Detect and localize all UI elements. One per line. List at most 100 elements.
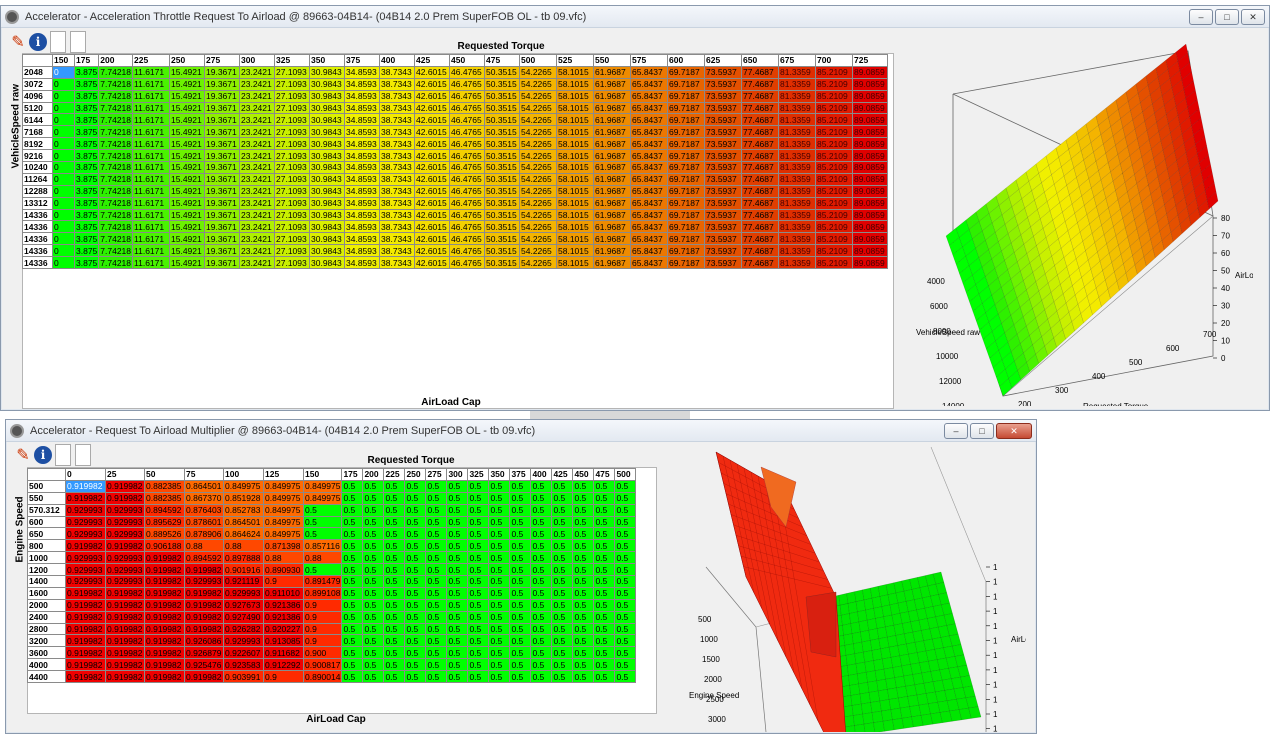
table-cell[interactable]: 0.88	[263, 551, 304, 565]
table-cell[interactable]: 0.5	[572, 539, 595, 553]
table-cell[interactable]: 30.9843	[309, 113, 346, 127]
table-cell[interactable]: 0.919982	[65, 539, 106, 553]
table-cell[interactable]: 69.7187	[667, 220, 706, 234]
table-cell[interactable]: 69.7187	[667, 244, 706, 258]
table-cell[interactable]: 0.5	[551, 479, 574, 493]
table-cell[interactable]: 0.919982	[65, 479, 106, 493]
table-cell[interactable]: 73.5937	[704, 125, 743, 139]
table-cell[interactable]: 0.5	[551, 610, 574, 624]
table-cell[interactable]: 0.919982	[105, 658, 145, 672]
table-cell[interactable]: 0.5	[425, 527, 448, 541]
table-cell[interactable]: 0.5	[530, 622, 553, 636]
table-cell[interactable]: 7.74218	[98, 172, 134, 186]
table-cell[interactable]: 23.2421	[239, 232, 276, 246]
table-cell[interactable]: 0	[52, 232, 75, 246]
table-cell[interactable]: 85.2109	[815, 125, 854, 139]
table-cell[interactable]: 15.4921	[169, 172, 206, 186]
table-cell[interactable]: 81.3359	[778, 137, 817, 151]
table-cell[interactable]: 0.5	[341, 479, 364, 493]
table-cell[interactable]: 0.5	[509, 586, 532, 600]
table-cell[interactable]: 42.6015	[414, 208, 451, 222]
table-cell[interactable]: 0.5	[593, 670, 616, 684]
table-cell[interactable]: 58.1015	[556, 113, 595, 127]
table-cell[interactable]: 0.5	[446, 658, 469, 672]
table-cell[interactable]: 58.1015	[556, 89, 595, 103]
table-cell[interactable]: 85.2109	[815, 77, 854, 91]
table-cell[interactable]: 0.5	[425, 646, 448, 660]
table-cell[interactable]: 89.0859	[852, 101, 889, 115]
table-cell[interactable]: 0.5	[341, 670, 364, 684]
table-cell[interactable]: 0.919982	[105, 479, 145, 493]
table-cell[interactable]: 23.2421	[239, 208, 276, 222]
table-cell[interactable]: 0.5	[509, 575, 532, 588]
table-cell[interactable]: 0.5	[467, 634, 490, 648]
table-cell[interactable]: 81.3359	[778, 184, 817, 198]
table-cell[interactable]: 0.919982	[65, 586, 106, 600]
table-cell[interactable]: 0.849975	[223, 479, 264, 493]
table-cell[interactable]: 0.919982	[144, 658, 185, 672]
table-cell[interactable]: 73.5937	[704, 232, 743, 246]
table-cell[interactable]: 65.8437	[630, 65, 669, 79]
table-cell[interactable]: 27.1093	[274, 172, 311, 186]
table-cell[interactable]: 0.5	[362, 563, 385, 577]
table-cell[interactable]: 77.4687	[741, 256, 780, 270]
table-cell[interactable]: 0.5	[530, 491, 553, 505]
table-cell[interactable]: 0.5	[362, 515, 385, 529]
table-cell[interactable]: 0.5	[572, 503, 595, 517]
table-cell[interactable]: 85.2109	[815, 184, 854, 198]
table-cell[interactable]: 58.1015	[556, 244, 595, 258]
table-cell[interactable]: 0.5	[593, 479, 616, 493]
table-cell[interactable]: 0.5	[614, 491, 637, 505]
table-cell[interactable]: 0.919982	[144, 575, 185, 588]
table-cell[interactable]: 0.5	[362, 658, 385, 672]
table-cell[interactable]: 19.3671	[204, 172, 241, 186]
table-cell[interactable]: 54.2265	[519, 184, 558, 198]
info-button[interactable]: i	[29, 31, 47, 53]
maximize-button[interactable]: □	[1215, 8, 1239, 25]
table-cell[interactable]: 38.7343	[379, 244, 416, 258]
table-cell[interactable]: 30.9843	[309, 125, 346, 139]
table-cell[interactable]: 69.7187	[667, 208, 706, 222]
table-cell[interactable]: 0.929993	[65, 563, 106, 577]
table-cell[interactable]: 0.5	[572, 610, 595, 624]
table-cell[interactable]: 27.1093	[274, 89, 311, 103]
table-cell[interactable]: 42.6015	[414, 113, 451, 127]
table-cell[interactable]: 34.8593	[344, 196, 381, 210]
table-cell[interactable]: 73.5937	[704, 220, 743, 234]
table-cell[interactable]: 85.2109	[815, 220, 854, 234]
table-cell[interactable]: 0.912292	[263, 658, 304, 672]
table-cell[interactable]: 38.7343	[379, 137, 416, 151]
table-cell[interactable]: 0.5	[551, 658, 574, 672]
table-cell[interactable]: 0.5	[446, 622, 469, 636]
table-cell[interactable]: 3.875	[73, 89, 100, 103]
table-cell[interactable]: 34.8593	[344, 101, 381, 115]
table-cell[interactable]: 42.6015	[414, 196, 451, 210]
table-cell[interactable]: 73.5937	[704, 172, 743, 186]
table-cell[interactable]: 58.1015	[556, 77, 595, 91]
table-cell[interactable]: 27.1093	[274, 77, 311, 91]
table-cell[interactable]: 0.919982	[144, 563, 185, 577]
table-cell[interactable]: 0.864501	[184, 479, 224, 493]
minimize-button[interactable]: –	[1189, 8, 1213, 25]
table-cell[interactable]: 46.4765	[449, 77, 486, 91]
table-cell[interactable]: 0.5	[425, 610, 448, 624]
table-cell[interactable]: 19.3671	[204, 161, 241, 174]
table-cell[interactable]: 0	[52, 244, 75, 258]
table-cell[interactable]: 34.8593	[344, 256, 381, 270]
table-cell[interactable]: 42.6015	[414, 89, 451, 103]
table-cell[interactable]: 0.5	[593, 598, 616, 612]
info-button[interactable]: i	[34, 444, 52, 466]
table-cell[interactable]: 0.88	[302, 551, 343, 565]
table-cell[interactable]: 0.901916	[223, 563, 264, 577]
table-cell[interactable]: 69.7187	[667, 196, 706, 210]
table-cell[interactable]: 0.88	[223, 539, 264, 553]
table-cell[interactable]: 0.849975	[302, 479, 343, 493]
data-table[interactable]: 0 25 50 75 100 125 150 175 200 225 250 275 300 325 350…	[27, 468, 637, 684]
table-cell[interactable]: 0.5	[551, 586, 574, 600]
table-cell[interactable]: 89.0859	[852, 89, 889, 103]
table-cell[interactable]: 11.6171	[132, 65, 171, 79]
table-cell[interactable]: 0.5	[425, 491, 448, 505]
table-cell[interactable]: 0.919982	[105, 598, 145, 612]
table-cell[interactable]: 0.5	[614, 646, 637, 660]
table-cell[interactable]: 0	[52, 113, 75, 127]
